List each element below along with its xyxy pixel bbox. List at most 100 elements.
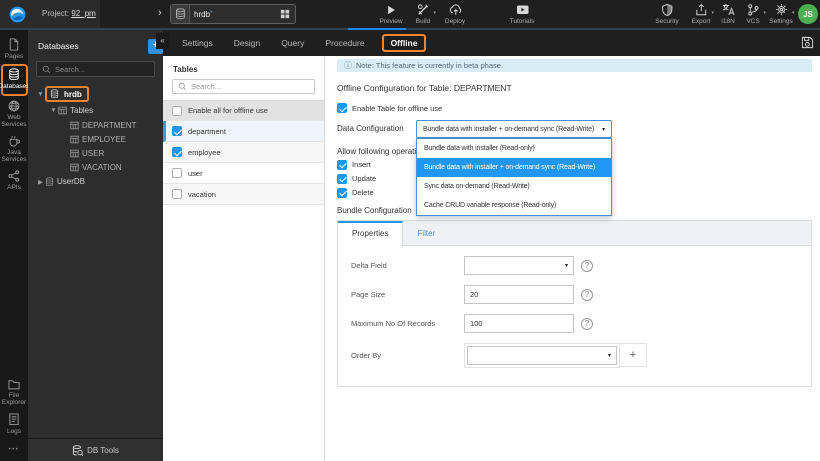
- tables-search-box[interactable]: Search...: [172, 79, 315, 94]
- security-button[interactable]: Security: [648, 3, 686, 25]
- offline-config-main: ⓘ Note: This feature is currently in bet…: [325, 56, 820, 461]
- max-records-input[interactable]: [464, 314, 574, 333]
- info-icon: ⓘ: [344, 61, 352, 70]
- user-checkbox[interactable]: [172, 168, 182, 178]
- deploy-button[interactable]: Deploy: [438, 3, 472, 25]
- tree-node-userdb[interactable]: ▶ UserDB: [28, 174, 163, 189]
- data-configuration-select[interactable]: Bundle data with installer + on-demand s…: [416, 120, 612, 138]
- enable-all-row[interactable]: Enable all for offline use: [163, 100, 324, 121]
- db-tools-icon: [72, 444, 84, 456]
- delete-checkbox[interactable]: [337, 187, 347, 198]
- caret-right-icon[interactable]: ▶: [36, 178, 45, 186]
- sidebar-item-java-services[interactable]: Java Services: [0, 135, 28, 164]
- modified-marker: *: [210, 9, 213, 17]
- delta-field-select[interactable]: ▾: [464, 256, 574, 275]
- tree-node-hrdb[interactable]: ▼ hrdb: [28, 85, 163, 103]
- sidebar-item-apis[interactable]: APIs: [0, 170, 28, 191]
- help-icon[interactable]: ?: [581, 288, 593, 301]
- sidebar-item-pages[interactable]: Pages: [0, 38, 28, 60]
- employee-checkbox[interactable]: [172, 147, 182, 157]
- caret-down-icon[interactable]: ▼: [49, 107, 58, 114]
- database-icon: [171, 5, 190, 23]
- sidebar-item-file-explorer[interactable]: File Explorer: [0, 378, 28, 407]
- page-title: Offline Configuration for Table: DEPARTM…: [337, 83, 512, 93]
- pages-icon: [8, 38, 20, 51]
- topbar: Project: 92_pm › hrdb* Preview ▾ Build D…: [0, 0, 820, 30]
- update-checkbox[interactable]: [337, 173, 347, 184]
- db-tools-button[interactable]: DB Tools: [28, 438, 163, 461]
- tutorials-button[interactable]: Tutorials: [500, 3, 544, 25]
- wavemaker-logo-icon[interactable]: [0, 0, 34, 28]
- database-icon: [45, 176, 54, 187]
- table-row-employee[interactable]: employee: [163, 142, 324, 163]
- dropdown-option[interactable]: Cache CRUD variable response (Read-only): [417, 196, 611, 215]
- order-by-label: Order By: [351, 350, 382, 360]
- tree-node-tables-group[interactable]: ▼ Tables: [28, 103, 163, 118]
- sidebar-item-web-services[interactable]: Web Services: [0, 100, 28, 129]
- table-icon: [70, 135, 79, 144]
- databases-panel: Databases + « Search... ▼ hrdb ▼: [28, 30, 169, 461]
- table-icon: [70, 149, 79, 158]
- tab-procedure[interactable]: Procedure: [325, 38, 364, 48]
- dropdown-option-selected[interactable]: Bundle data with installer + on-demand s…: [417, 158, 611, 177]
- add-order-by-button[interactable]: +: [620, 343, 647, 367]
- more-menu-dots[interactable]: •••: [9, 447, 20, 453]
- tree-node-vacation[interactable]: VACATION: [28, 160, 163, 174]
- project-label[interactable]: Project: 92_pm: [42, 0, 96, 28]
- grid-icon[interactable]: [280, 9, 290, 19]
- table-row-vacation[interactable]: vacation: [163, 184, 324, 205]
- department-checkbox[interactable]: [172, 126, 182, 136]
- table-row-department[interactable]: department: [163, 121, 324, 142]
- i18n-button[interactable]: I18N: [714, 3, 742, 25]
- databases-search-box[interactable]: Search...: [36, 61, 155, 77]
- settings-button[interactable]: ▾ Settings: [764, 3, 798, 25]
- page-size-input[interactable]: [464, 285, 574, 304]
- help-icon[interactable]: ?: [581, 259, 593, 272]
- enable-table-checkbox[interactable]: [337, 103, 347, 113]
- caret-down-icon: ▾: [607, 352, 611, 359]
- insert-checkbox[interactable]: [337, 159, 347, 170]
- tables-panel: Tables Search... Enable all for offline …: [163, 56, 325, 461]
- vacation-checkbox[interactable]: [172, 189, 182, 199]
- table-icon: [70, 121, 79, 130]
- coffee-icon: [8, 135, 20, 147]
- save-icon[interactable]: [801, 36, 814, 49]
- databases-panel-title: Databases: [38, 41, 79, 51]
- export-button[interactable]: ▾ Export: [686, 3, 716, 25]
- collapse-panel-button[interactable]: «: [156, 33, 169, 49]
- tab-design[interactable]: Design: [234, 38, 260, 48]
- tab-settings[interactable]: Settings: [182, 38, 213, 48]
- preview-button[interactable]: Preview: [372, 3, 410, 25]
- help-icon[interactable]: ?: [581, 317, 593, 330]
- sidebar-item-logs[interactable]: Logs: [0, 413, 28, 435]
- sidebar-item-databases[interactable]: Databases: [0, 64, 30, 96]
- caret-down-icon[interactable]: ▼: [36, 91, 45, 98]
- page-size-label: Page Size: [351, 290, 386, 299]
- tab-properties[interactable]: Properties: [338, 221, 404, 247]
- tab-offline[interactable]: Offline: [381, 34, 427, 52]
- vcs-button[interactable]: ▾ VCS: [740, 3, 766, 25]
- left-icon-rail: Pages Databases Web Services Java Servic…: [0, 30, 30, 461]
- caret-down-icon: ▾: [564, 263, 568, 269]
- user-avatar[interactable]: JS: [798, 4, 818, 24]
- table-icon: [70, 163, 79, 172]
- folder-icon: [8, 378, 20, 390]
- search-placeholder: Search...: [191, 82, 222, 91]
- tab-filter[interactable]: Filter: [403, 221, 449, 245]
- order-by-select[interactable]: ▾: [467, 345, 617, 365]
- tree-node-department[interactable]: DEPARTMENT: [28, 118, 163, 132]
- tab-query[interactable]: Query: [281, 38, 304, 48]
- artifact-tab-hrdb[interactable]: hrdb*: [170, 4, 296, 24]
- tree-node-employee[interactable]: EMPLOYEE: [28, 132, 163, 146]
- table-row-user[interactable]: user: [163, 163, 324, 184]
- max-records-label: Maximum No Of Records: [351, 319, 436, 328]
- data-configuration-row: Data Configuration Bundle data with inst…: [337, 120, 812, 216]
- dropdown-option[interactable]: Sync data on-demand (Read-Write): [417, 177, 611, 196]
- translate-icon: [721, 3, 735, 16]
- dropdown-option[interactable]: Bundle data with installer (Read-only): [417, 139, 611, 158]
- build-button[interactable]: ▾ Build: [408, 3, 438, 25]
- enable-table-row[interactable]: Enable Table for offline use: [337, 103, 812, 113]
- tree-node-user[interactable]: USER: [28, 146, 163, 160]
- enable-all-checkbox[interactable]: [172, 105, 182, 116]
- chevron-down-icon: ▾: [433, 10, 436, 16]
